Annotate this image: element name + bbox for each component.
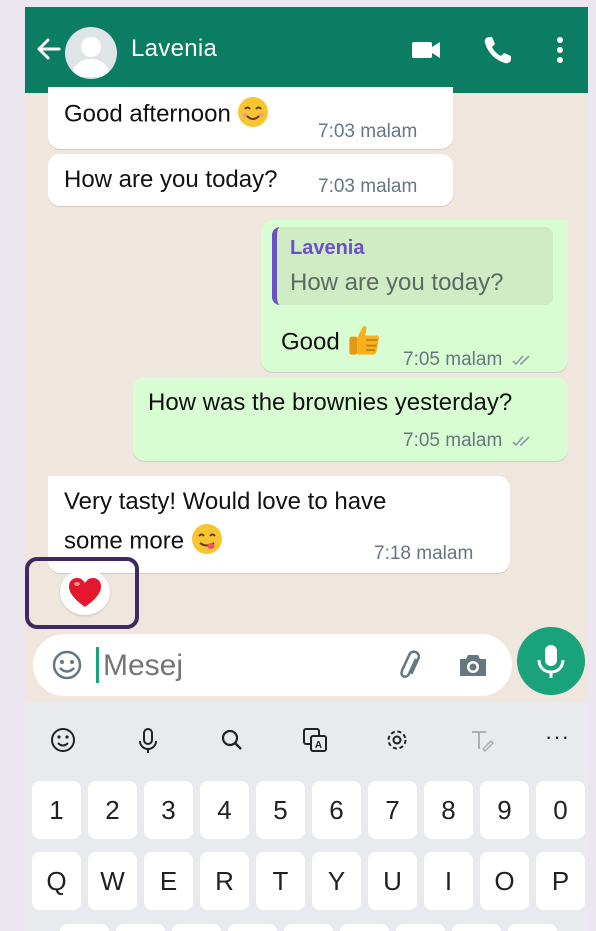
next-key-row-partial xyxy=(25,924,588,931)
phone-screen: Lavenia Good afternoon 7:03 malam How ar… xyxy=(25,7,588,931)
key[interactable]: E xyxy=(144,852,193,910)
key[interactable]: 7 xyxy=(368,781,417,839)
more-icon[interactable]: ··· xyxy=(545,724,570,750)
video-camera-icon[interactable] xyxy=(409,33,443,67)
key[interactable]: 4 xyxy=(200,781,249,839)
message-composer xyxy=(33,634,512,696)
message-bubble-incoming[interactable]: How are you today? 7:03 malam xyxy=(48,154,453,206)
key[interactable]: Y xyxy=(312,852,361,910)
soft-keyboard: A ··· 1 2 3 4 5 6 7 8 9 0 Q W E R T Y U … xyxy=(25,702,588,931)
text-cursor xyxy=(96,647,99,683)
contact-name[interactable]: Lavenia xyxy=(131,35,217,63)
message-time: 7:03 malam xyxy=(318,121,418,142)
message-bubble-incoming[interactable]: Good afternoon 7:03 malam xyxy=(48,87,453,149)
message-text-line: some more xyxy=(64,524,223,558)
key[interactable]: P xyxy=(536,852,585,910)
key[interactable]: 2 xyxy=(88,781,137,839)
message-bubble-outgoing[interactable]: Lavenia How are you today? Good 7:05 mal… xyxy=(261,220,568,372)
svg-text:A: A xyxy=(315,740,322,751)
reaction-highlight-box xyxy=(25,557,139,629)
message-bubble-outgoing[interactable]: How was the brownies yesterday? 7:05 mal… xyxy=(133,377,568,461)
key[interactable]: Q xyxy=(32,852,81,910)
avatar[interactable] xyxy=(65,27,117,79)
smiling-face-icon xyxy=(238,97,269,127)
microphone-icon xyxy=(537,645,565,678)
quoted-reply-author: Lavenia xyxy=(290,237,365,259)
yum-face-icon xyxy=(191,524,222,554)
search-icon[interactable] xyxy=(212,720,252,760)
message-time: 7:18 malam xyxy=(374,543,474,564)
thumbs-up-icon xyxy=(349,326,380,355)
key[interactable]: W xyxy=(88,852,137,910)
phone-icon[interactable] xyxy=(481,33,515,67)
key[interactable]: R xyxy=(200,852,249,910)
key[interactable]: 8 xyxy=(424,781,473,839)
arrow-left-icon[interactable] xyxy=(35,33,63,65)
key[interactable]: T xyxy=(256,852,305,910)
emoji-icon[interactable] xyxy=(43,720,83,760)
key[interactable]: O xyxy=(480,852,529,910)
paperclip-icon[interactable] xyxy=(393,648,427,682)
message-text: Good xyxy=(281,325,382,361)
key[interactable]: 3 xyxy=(144,781,193,839)
message-text: Good afternoon xyxy=(64,97,269,131)
handwriting-icon[interactable] xyxy=(461,720,501,760)
key[interactable]: 6 xyxy=(312,781,361,839)
read-ticks-icon xyxy=(511,436,530,447)
key[interactable]: 9 xyxy=(480,781,529,839)
message-time: 7:05 malam xyxy=(403,349,534,371)
quoted-reply-text: How are you today? xyxy=(290,269,504,296)
settings-icon[interactable] xyxy=(377,720,417,760)
message-input[interactable] xyxy=(101,642,375,690)
key[interactable]: 5 xyxy=(256,781,305,839)
message-text: How was the brownies yesterday? xyxy=(148,389,513,416)
chat-header: Lavenia xyxy=(25,7,588,93)
translate-icon[interactable]: A xyxy=(295,720,335,760)
quoted-reply[interactable]: Lavenia How are you today? xyxy=(272,227,553,305)
default-avatar-icon xyxy=(71,37,111,77)
message-text: How are you today? xyxy=(64,166,278,193)
camera-icon[interactable] xyxy=(456,648,490,682)
key[interactable]: 0 xyxy=(536,781,585,839)
key[interactable]: 1 xyxy=(32,781,81,839)
key[interactable]: U xyxy=(368,852,417,910)
key[interactable]: I xyxy=(424,852,473,910)
read-ticks-icon xyxy=(511,355,530,366)
microphone-icon[interactable] xyxy=(128,720,168,760)
more-vertical-icon[interactable] xyxy=(543,33,577,67)
message-time: 7:05 malam xyxy=(403,430,534,452)
voice-record-button[interactable] xyxy=(517,627,585,695)
message-time: 7:03 malam xyxy=(318,176,418,197)
emoji-icon[interactable] xyxy=(50,648,84,682)
message-text-line: Very tasty! Would love to have xyxy=(64,488,387,515)
